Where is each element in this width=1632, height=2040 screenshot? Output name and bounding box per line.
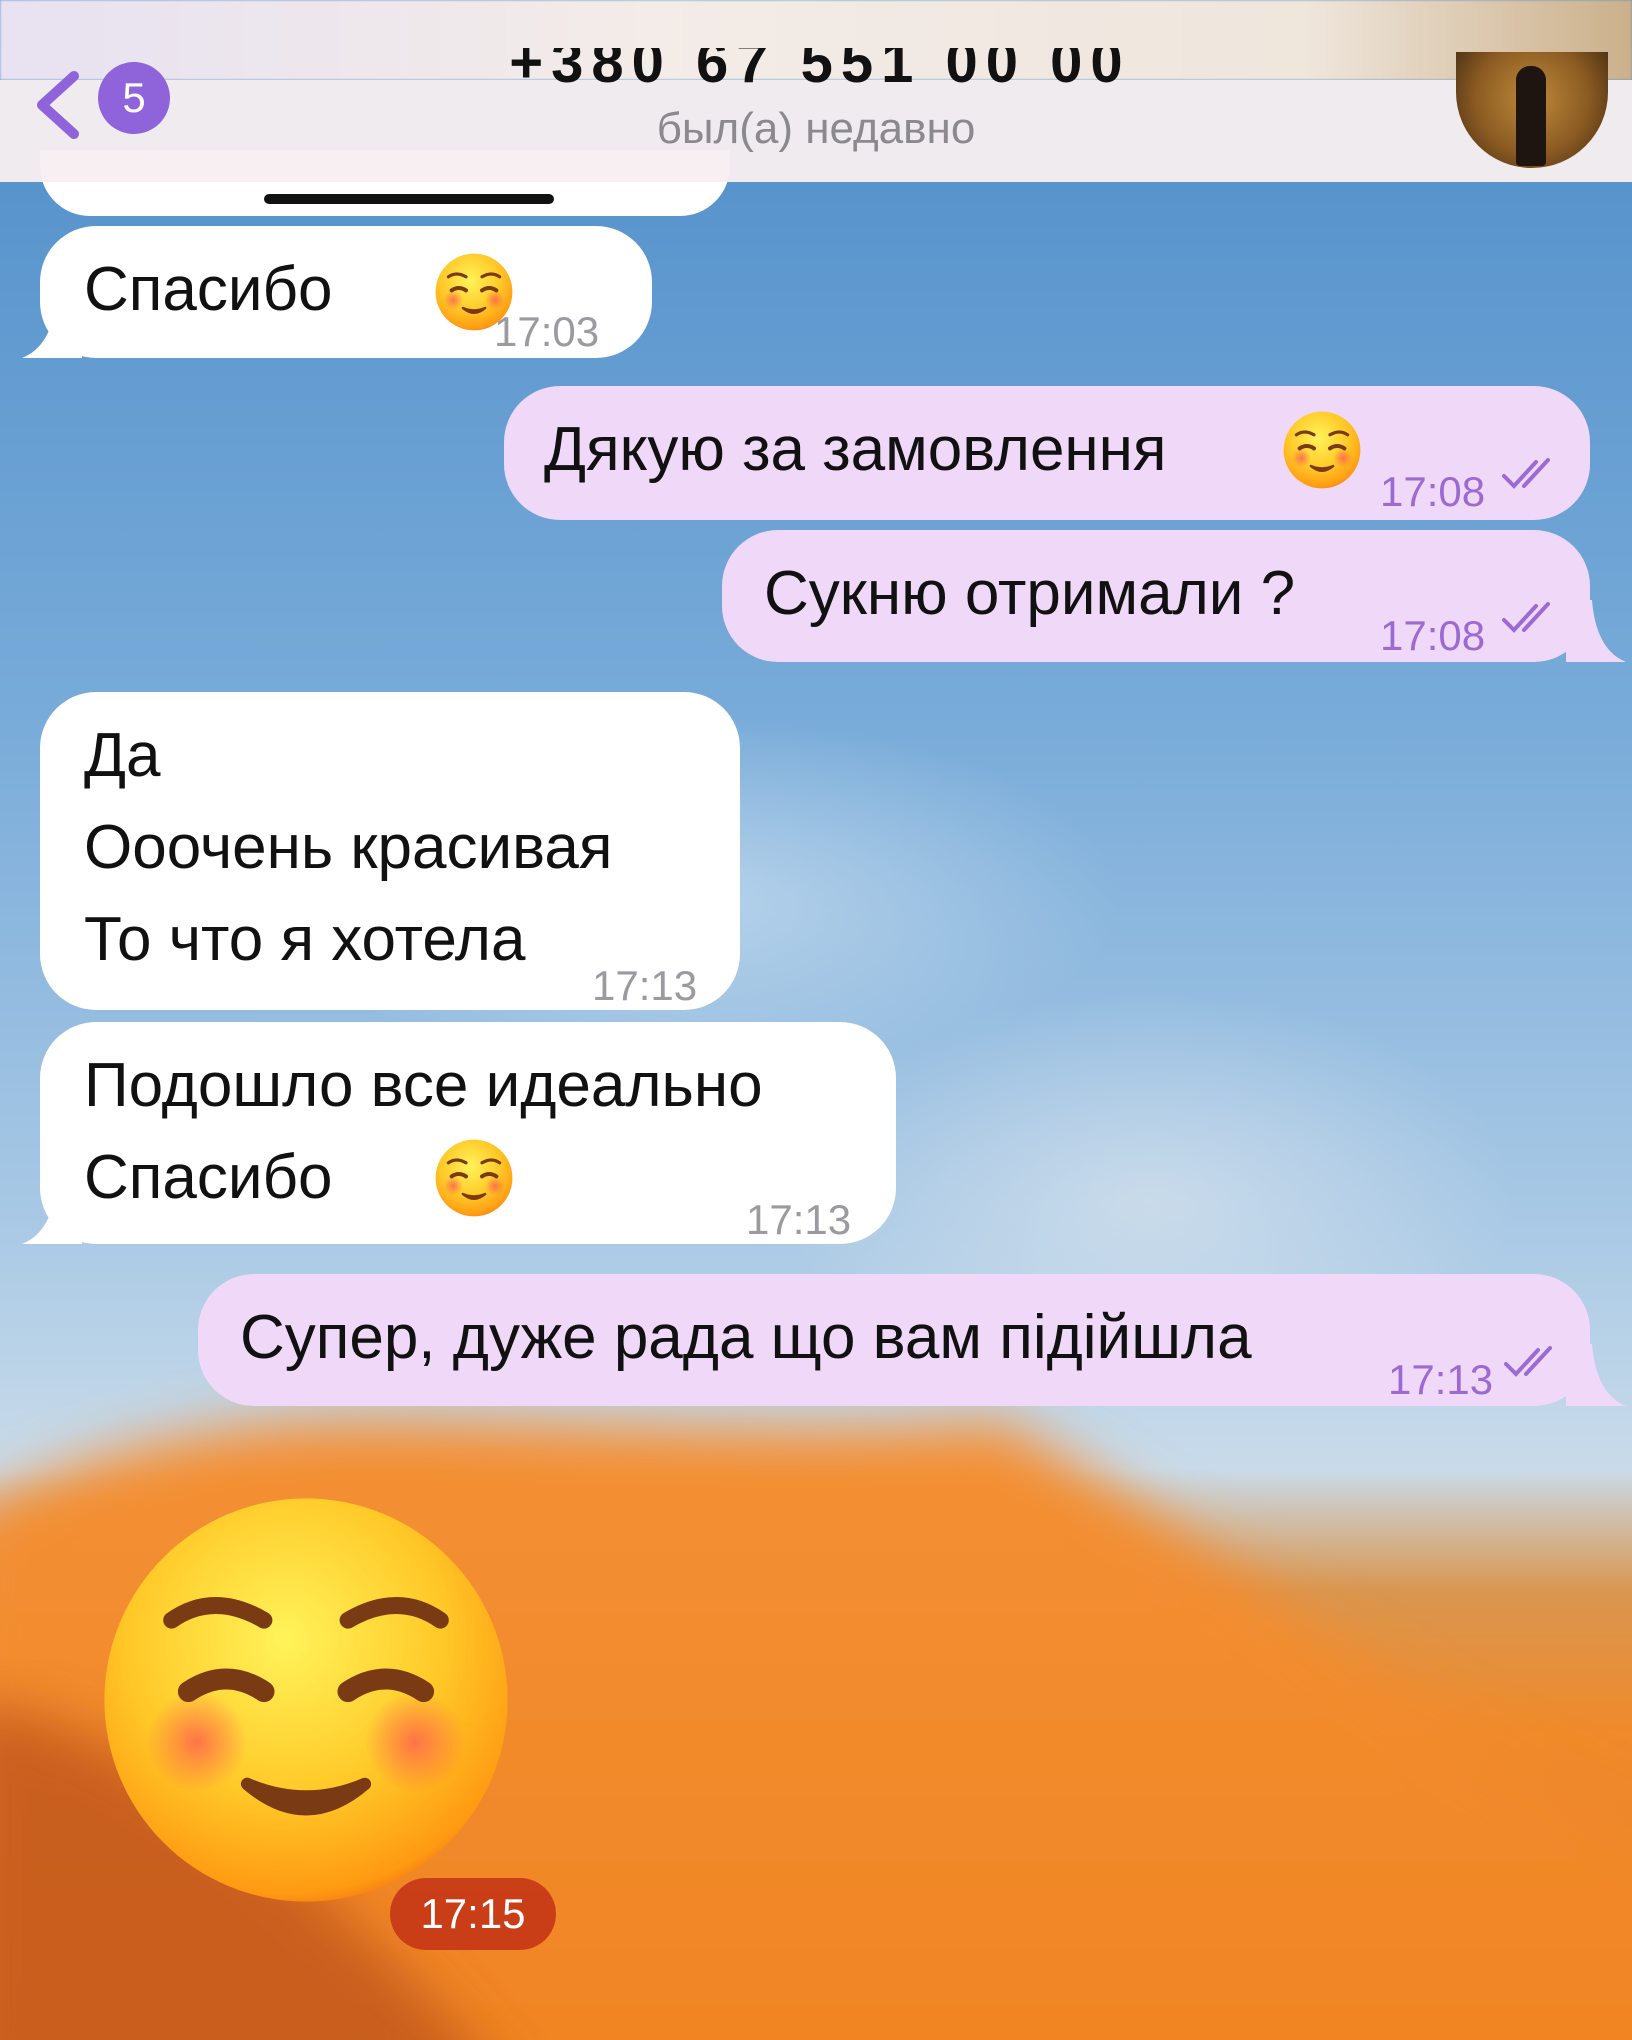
unread-count-badge[interactable]: 5 xyxy=(98,62,170,134)
message-time: 17:08 xyxy=(1380,468,1486,515)
smiling-face-icon xyxy=(1282,410,1362,490)
message-line: Ооочень красивая xyxy=(84,813,613,882)
message-time: 17:03 xyxy=(494,308,600,355)
message-bubble-outgoing[interactable]: Супер, дуже рада що вам підійшла 17:13 xyxy=(198,1274,1590,1406)
back-chevron-icon[interactable] xyxy=(30,70,86,140)
sticker-time: 17:15 xyxy=(390,1878,556,1950)
message-time: 17:08 xyxy=(1380,612,1486,659)
message-text: Сукню отримали ? xyxy=(764,559,1296,628)
message-line: Спасибо xyxy=(84,1143,333,1212)
contact-name[interactable]: +380 67 551 00 00 xyxy=(480,48,1160,88)
contact-status: был(а) недавно xyxy=(656,104,976,153)
message-bubble-incoming[interactable]: Да Ооочень красивая То что я хотела 17:1… xyxy=(40,692,740,1010)
message-time: 17:13 xyxy=(592,962,698,1009)
message-bubble-outgoing[interactable]: Дякую за замовлення 17:08 xyxy=(504,386,1590,520)
message-time: 17:13 xyxy=(1388,1356,1494,1403)
media-progress-bar xyxy=(264,194,554,204)
message-text: Спасибо xyxy=(84,255,333,324)
read-checkmarks-icon xyxy=(1502,458,1550,489)
read-checkmarks-icon xyxy=(1504,1346,1552,1377)
message-line: Да xyxy=(84,721,161,790)
message-line: Подошло все идеально xyxy=(84,1051,763,1120)
smiling-face-icon[interactable] xyxy=(96,1490,516,1910)
message-text: Супер, дуже рада що вам підійшла xyxy=(240,1303,1252,1372)
message-text: Дякую за замовлення xyxy=(544,415,1167,484)
smiling-face-icon xyxy=(434,1138,514,1218)
message-bubble-incoming[interactable]: Подошло все идеально Спасибо 17:13 xyxy=(40,1022,896,1244)
message-bubble-incoming[interactable]: Спасибо 17:03 xyxy=(40,226,652,358)
message-line: То что я хотела xyxy=(84,905,526,974)
read-checkmarks-icon xyxy=(1502,602,1550,633)
message-bubble-outgoing[interactable]: Сукню отримали ? 17:08 xyxy=(722,530,1590,662)
message-time: 17:13 xyxy=(746,1196,852,1243)
